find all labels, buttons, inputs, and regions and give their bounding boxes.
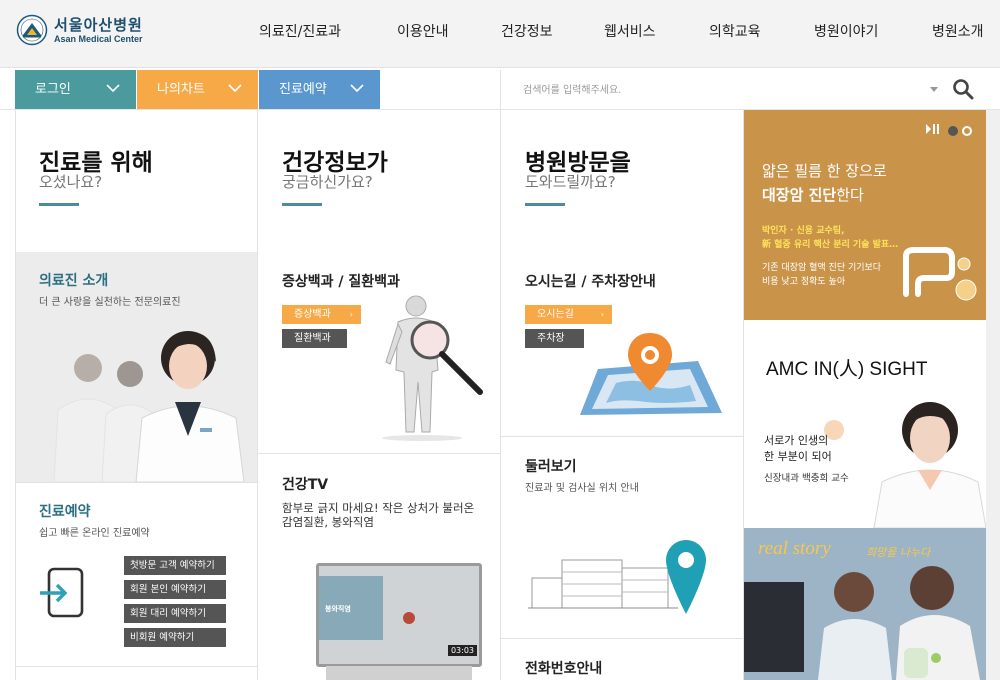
banner-body-1: 기존 대장암 혈액 진단 기기보다 <box>762 263 882 273</box>
reserve-title[interactable]: 진료예약 <box>39 501 91 521</box>
section-divider <box>16 482 257 483</box>
arrow-right-icon: › <box>600 310 604 319</box>
phone-title[interactable]: 전화번호안내 <box>525 658 602 678</box>
hero-subtitle-health: 궁금하신가요? <box>282 173 373 191</box>
quick-bar: 로그인 나의차트 진료예약 <box>0 69 1000 110</box>
banner-headline-1: 얇은 필름 한 장으로 <box>762 162 887 180</box>
directions-title[interactable]: 오시는길 / 주차장안내 <box>525 271 656 291</box>
doctor-portrait <box>873 402 986 528</box>
top-header: 서울아산병원 Asan Medical Center 의료진/진료과 이용안내 … <box>0 0 1000 68</box>
banner-author-1: 박인자 · 신용 교수팀, <box>762 226 845 236</box>
reservation-button[interactable]: 진료예약 <box>259 70 380 109</box>
tour-title[interactable]: 둘러보기 <box>525 456 577 476</box>
banner-headline-bold: 대장암 진단 <box>762 186 837 204</box>
video-duration: 03:03 <box>447 645 477 656</box>
reserve-member-button[interactable]: 회원 본인 예약하기 <box>124 580 226 599</box>
news-banner[interactable]: 얇은 필름 한 장으로 대장암 진단한다 박인자 · 신용 교수팀, 新 혈중 … <box>744 110 986 320</box>
doctors-photo <box>53 331 245 482</box>
reserve-first-visit-button[interactable]: 첫방문 고객 예약하기 <box>124 556 226 575</box>
slide-dot-active[interactable] <box>948 126 958 136</box>
section-divider <box>258 453 500 454</box>
intestine-illustration <box>903 247 977 301</box>
reservation-label: 진료예약 <box>279 82 327 97</box>
tag-directions[interactable]: 오시는길 › <box>525 305 612 324</box>
nav-doctors[interactable]: 의료진/진료과 <box>259 21 341 41</box>
amc-insight-banner[interactable]: AMC IN(人) SIGHT 서로가 인생의 한 부분이 되어 신장내과 백충… <box>744 320 986 528</box>
hero-subtitle-visit: 도와드릴까요? <box>525 173 616 191</box>
caret-down-icon[interactable] <box>930 87 938 92</box>
map-pin-illustration <box>580 333 722 415</box>
section-divider <box>501 638 743 639</box>
nav-web-service[interactable]: 웹서비스 <box>604 21 656 41</box>
tour-desc: 진료과 및 검사실 위치 안내 <box>525 483 639 494</box>
login-button[interactable]: 로그인 <box>15 70 136 109</box>
section-divider <box>501 436 743 437</box>
insight-doctor: 신장내과 백충희 교수 <box>764 473 849 484</box>
encyclopedia-title[interactable]: 증상백과 / 질환백과 <box>282 271 400 291</box>
insight-title: AMC IN(人) SIGHT <box>766 359 928 380</box>
tag-symptom-label: 증상백과 <box>294 309 331 320</box>
monitor-shape <box>744 582 804 672</box>
chevron-down-icon <box>228 84 242 93</box>
search-box <box>500 70 1000 109</box>
people-photo <box>818 566 980 680</box>
wound-mark <box>403 612 415 624</box>
nav-hospital-story[interactable]: 병원이야기 <box>814 21 878 41</box>
banner-body-2: 비용 낮고 정확도 높아 <box>762 277 846 287</box>
login-label: 로그인 <box>35 82 71 97</box>
real-story-banner[interactable]: real story 희망을 나누다 <box>744 528 986 680</box>
my-chart-label: 나의차트 <box>157 82 205 97</box>
column-divider <box>257 110 258 680</box>
banner-author-2: 新 혈중 유리 핵산 분리 기술 발표… <box>762 240 899 250</box>
doctors-desc: 더 큰 사랑을 실천하는 전문의료진 <box>39 297 181 308</box>
login-door-icon <box>40 567 84 618</box>
nav-guide[interactable]: 이용안내 <box>397 21 449 41</box>
insight-line-1: 서로가 인생의 <box>764 434 829 447</box>
banner-headline-2: 대장암 진단한다 <box>762 184 864 205</box>
nav-about[interactable]: 병원소개 <box>932 21 984 41</box>
reserve-proxy-button[interactable]: 회원 대리 예약하기 <box>124 604 226 623</box>
chevron-down-icon <box>106 84 120 93</box>
arrow-right-icon: › <box>349 310 353 319</box>
reserve-guest-button[interactable]: 비회원 예약하기 <box>124 628 226 647</box>
health-tv-desc-2: 감염질환, 봉와직염 <box>282 515 374 529</box>
doctors-title[interactable]: 의료진 소개 <box>39 270 108 290</box>
page: 서울아산병원 Asan Medical Center 의료진/진료과 이용안내 … <box>0 0 1000 680</box>
hero-underline <box>525 203 565 206</box>
slide-dot[interactable] <box>962 126 972 136</box>
body-anatomy-illustration <box>382 295 483 441</box>
video-label: 봉와직염 <box>325 605 351 613</box>
hero-subtitle-treatment: 오셨나요? <box>39 173 103 191</box>
page-scrollbar[interactable] <box>986 110 1000 680</box>
hero-underline <box>282 203 322 206</box>
video-player[interactable]: 봉와직염 03:03 <box>316 563 482 667</box>
insight-line-2: 한 부분이 되어 <box>764 450 832 463</box>
real-story-title: real story <box>758 538 831 559</box>
tag-directions-label: 오시는길 <box>537 309 574 320</box>
search-icon[interactable] <box>952 78 974 100</box>
my-chart-button[interactable]: 나의차트 <box>137 70 258 109</box>
tag-parking[interactable]: 주차장 <box>525 329 584 348</box>
tag-disease[interactable]: 질환백과 <box>282 329 347 348</box>
monitor-stand <box>326 666 472 680</box>
nav-medical-edu[interactable]: 의학교육 <box>709 21 761 41</box>
real-story-subtitle: 희망을 나누다 <box>866 546 931 559</box>
health-tv-title[interactable]: 건강TV <box>282 474 328 494</box>
main-nav: 의료진/진료과 이용안내 건강정보 웹서비스 의학교육 병원이야기 병원소개 <box>0 21 1000 41</box>
search-input[interactable] <box>523 80 913 100</box>
banner-headline-rest: 한다 <box>836 186 864 204</box>
pause-icon[interactable] <box>926 124 940 134</box>
tag-symptom[interactable]: 증상백과 › <box>282 305 361 324</box>
section-divider <box>16 666 257 667</box>
hero-underline <box>39 203 79 206</box>
chevron-down-icon <box>350 84 364 93</box>
column-divider <box>500 110 501 680</box>
hospital-building-illustration <box>528 540 706 614</box>
nav-health-info[interactable]: 건강정보 <box>501 21 553 41</box>
reserve-desc: 쉽고 빠른 온라인 진료예약 <box>39 528 150 539</box>
